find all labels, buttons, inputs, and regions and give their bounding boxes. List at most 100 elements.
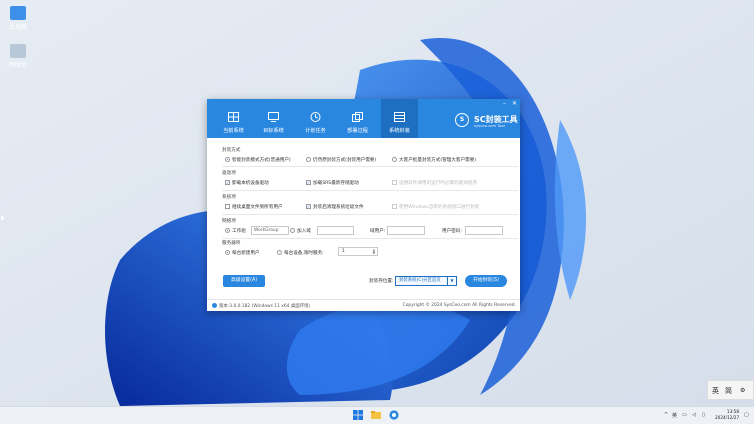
option-label: 大客户批量封装方式(管理大客户需要) <box>399 158 477 163</box>
mode-option-smart[interactable]: 智能封装模式方式(普通用户) <box>225 157 291 163</box>
checkbox-checked-icon: ✓ <box>225 180 230 185</box>
section-title-driver: 驱动项 <box>222 171 236 176</box>
tab-scheduled-tasks[interactable]: 计划任务 <box>297 99 334 138</box>
option-label: 智能封装模式方式(普通用户) <box>232 158 291 163</box>
service-time-stepper[interactable]: 1 ▲ ▼ <box>338 247 378 256</box>
radio-icon <box>290 228 295 233</box>
location-select[interactable]: 封装系统(C)分区首页 ▼ <box>395 276 457 286</box>
stepper-down-icon[interactable]: ▼ <box>373 252 375 255</box>
radio-icon <box>277 250 282 255</box>
divider <box>222 214 518 215</box>
status-footer: 版本:3.0.0.182 (Windows 11 x64 桌面环境) Copyr… <box>207 299 520 312</box>
tab-current-system[interactable]: 当前系统 <box>215 99 252 138</box>
tab-label: 目标系统 <box>263 128 284 134</box>
service-option-timed[interactable]: 每台设备,限时服务: <box>277 250 324 256</box>
version-text: 版本:3.0.0.182 (Windows 11 x64 桌面环境) <box>219 304 311 309</box>
clock-date: 2024/12/27 <box>715 414 740 420</box>
advanced-settings-button[interactable]: 高级设置(A) <box>223 275 265 287</box>
driver-option-runtime: 运用软件调用的运行时必需的驱动程序 <box>392 180 477 186</box>
sc-tool-taskbar-icon[interactable] <box>389 410 399 420</box>
option-label: 封装后清理系统垃圾文件 <box>313 205 364 210</box>
radio-icon <box>392 157 397 162</box>
info-icon <box>212 303 217 308</box>
radio-icon <box>225 157 230 162</box>
option-label: 运用软件调用的运行时必需的驱动程序 <box>399 181 478 186</box>
checkbox-icon <box>392 180 397 185</box>
tab-label: 系统封装 <box>389 128 410 134</box>
ime-mode-simplified[interactable]: 简 <box>725 386 732 396</box>
tab-target-system[interactable]: 目标系统 <box>255 99 292 138</box>
desktop-icon-label: 此电脑 <box>8 24 27 31</box>
minimize-button[interactable]: – <box>503 101 506 107</box>
option-label: 每台设备,限时服务: <box>284 251 324 256</box>
tab-label: 部署过程 <box>347 128 368 134</box>
network-icon[interactable]: ▭ <box>682 412 687 418</box>
ime-mode-english[interactable]: 英 <box>712 386 719 396</box>
option-label: 使用Windows自带的系统接口进行封装 <box>399 205 480 210</box>
mode-option-original[interactable]: 仍然原封装方式(封装用户需要) <box>306 157 376 163</box>
sc-packaging-tool-window: 当前系统 目标系统 计划任务 部署过程 系统封装 S SC封装工具 sysceo… <box>207 99 520 311</box>
section-title-network: 网络项 <box>222 219 236 224</box>
tab-system-packaging[interactable]: 系统封装 <box>381 99 418 138</box>
taskbar-clock[interactable]: 13:58 2024/12/27 <box>715 409 739 420</box>
copyright-text: Copyright © 2024 SysCeo.com All Rights R… <box>402 303 516 308</box>
close-button[interactable]: ✕ <box>512 101 517 107</box>
ime-settings-icon[interactable]: ⚙ <box>740 387 745 394</box>
brand-subtitle: sysceo.com Tool <box>474 123 505 128</box>
desktop-icon-recycle-bin[interactable]: 回收站 <box>4 44 32 69</box>
battery-icon[interactable]: ▯ <box>702 412 705 418</box>
window-header: 当前系统 目标系统 计划任务 部署过程 系统封装 S SC封装工具 sysceo… <box>207 99 520 138</box>
computer-icon <box>10 6 26 20</box>
tab-deploy-process[interactable]: 部署过程 <box>339 99 376 138</box>
service-option-new-user[interactable]: 每台新建用户 <box>225 250 260 256</box>
taskbar: ^ 英 ▭ ◁ ▯ 13:58 2024/12/27 ▢ <box>0 406 754 424</box>
section-title-service: 服务器项 <box>222 241 241 246</box>
section-title-system: 系统项 <box>222 195 236 200</box>
tab-label: 当前系统 <box>223 128 244 134</box>
system-option-clean-junk[interactable]: ✓ 封装后清理系统垃圾文件 <box>306 204 364 210</box>
password-input[interactable] <box>465 226 503 235</box>
driver-option-uninstall[interactable]: ✓ 卸载本机设备驱动 <box>225 180 269 186</box>
option-label: 加载SRS最新存储驱动 <box>313 181 359 186</box>
checkbox-icon <box>392 204 397 209</box>
file-explorer-icon[interactable] <box>371 410 381 420</box>
system-option-desktop-files[interactable]: 继续桌面文件到所有用户 <box>225 204 283 210</box>
monitor-icon <box>268 112 279 122</box>
desktop-icon-label: 回收站 <box>8 62 27 69</box>
driver-option-srs[interactable]: ✓ 加载SRS最新存储驱动 <box>306 180 359 186</box>
checkbox-icon <box>225 204 230 209</box>
workgroup-input[interactable]: WorkGroup <box>251 226 289 235</box>
package-icon <box>394 112 405 122</box>
grid-icon <box>228 112 239 122</box>
volume-icon[interactable]: ◁ <box>692 412 696 418</box>
tray-chevron-up-icon[interactable]: ^ <box>664 412 668 418</box>
password-label: 用户密码: <box>442 229 462 234</box>
location-value: 封装系统(C)分区首页 <box>399 278 441 283</box>
domain-input[interactable] <box>317 226 354 235</box>
option-label: 继续桌面文件到所有用户 <box>232 205 283 210</box>
checkbox-checked-icon: ✓ <box>306 180 311 185</box>
windows-start-icon[interactable] <box>353 410 363 420</box>
section-title-mode: 封装方式 <box>222 148 241 153</box>
start-packaging-button[interactable]: 开始封装(S) <box>465 275 507 287</box>
option-label: 卸载本机设备驱动 <box>232 181 269 186</box>
notification-icon[interactable]: ▢ <box>744 412 749 418</box>
clock-icon <box>310 112 321 122</box>
domain-user-label: 域用户: <box>370 229 386 234</box>
option-label: 仍然原封装方式(封装用户需要) <box>313 158 377 163</box>
mouse-cursor-icon <box>1 215 5 221</box>
chevron-down-icon: ▼ <box>447 277 456 285</box>
option-label: 工作组 <box>232 229 246 234</box>
copy-icon <box>352 112 363 122</box>
divider <box>222 238 518 239</box>
desktop-icon-computer[interactable]: 此电脑 <box>4 6 32 31</box>
domain-user-input[interactable] <box>387 226 425 235</box>
option-label: 加入域 <box>297 229 311 234</box>
stepper-value: 1 <box>342 249 345 254</box>
network-option-domain[interactable]: 加入域 <box>290 228 311 234</box>
tray-language[interactable]: 英 <box>672 412 677 419</box>
system-option-windows-interface: 使用Windows自带的系统接口进行封装 <box>392 204 479 210</box>
mode-option-batch[interactable]: 大客户批量封装方式(管理大客户需要) <box>392 157 476 163</box>
radio-icon <box>225 250 230 255</box>
network-option-workgroup[interactable]: 工作组 <box>225 228 246 234</box>
